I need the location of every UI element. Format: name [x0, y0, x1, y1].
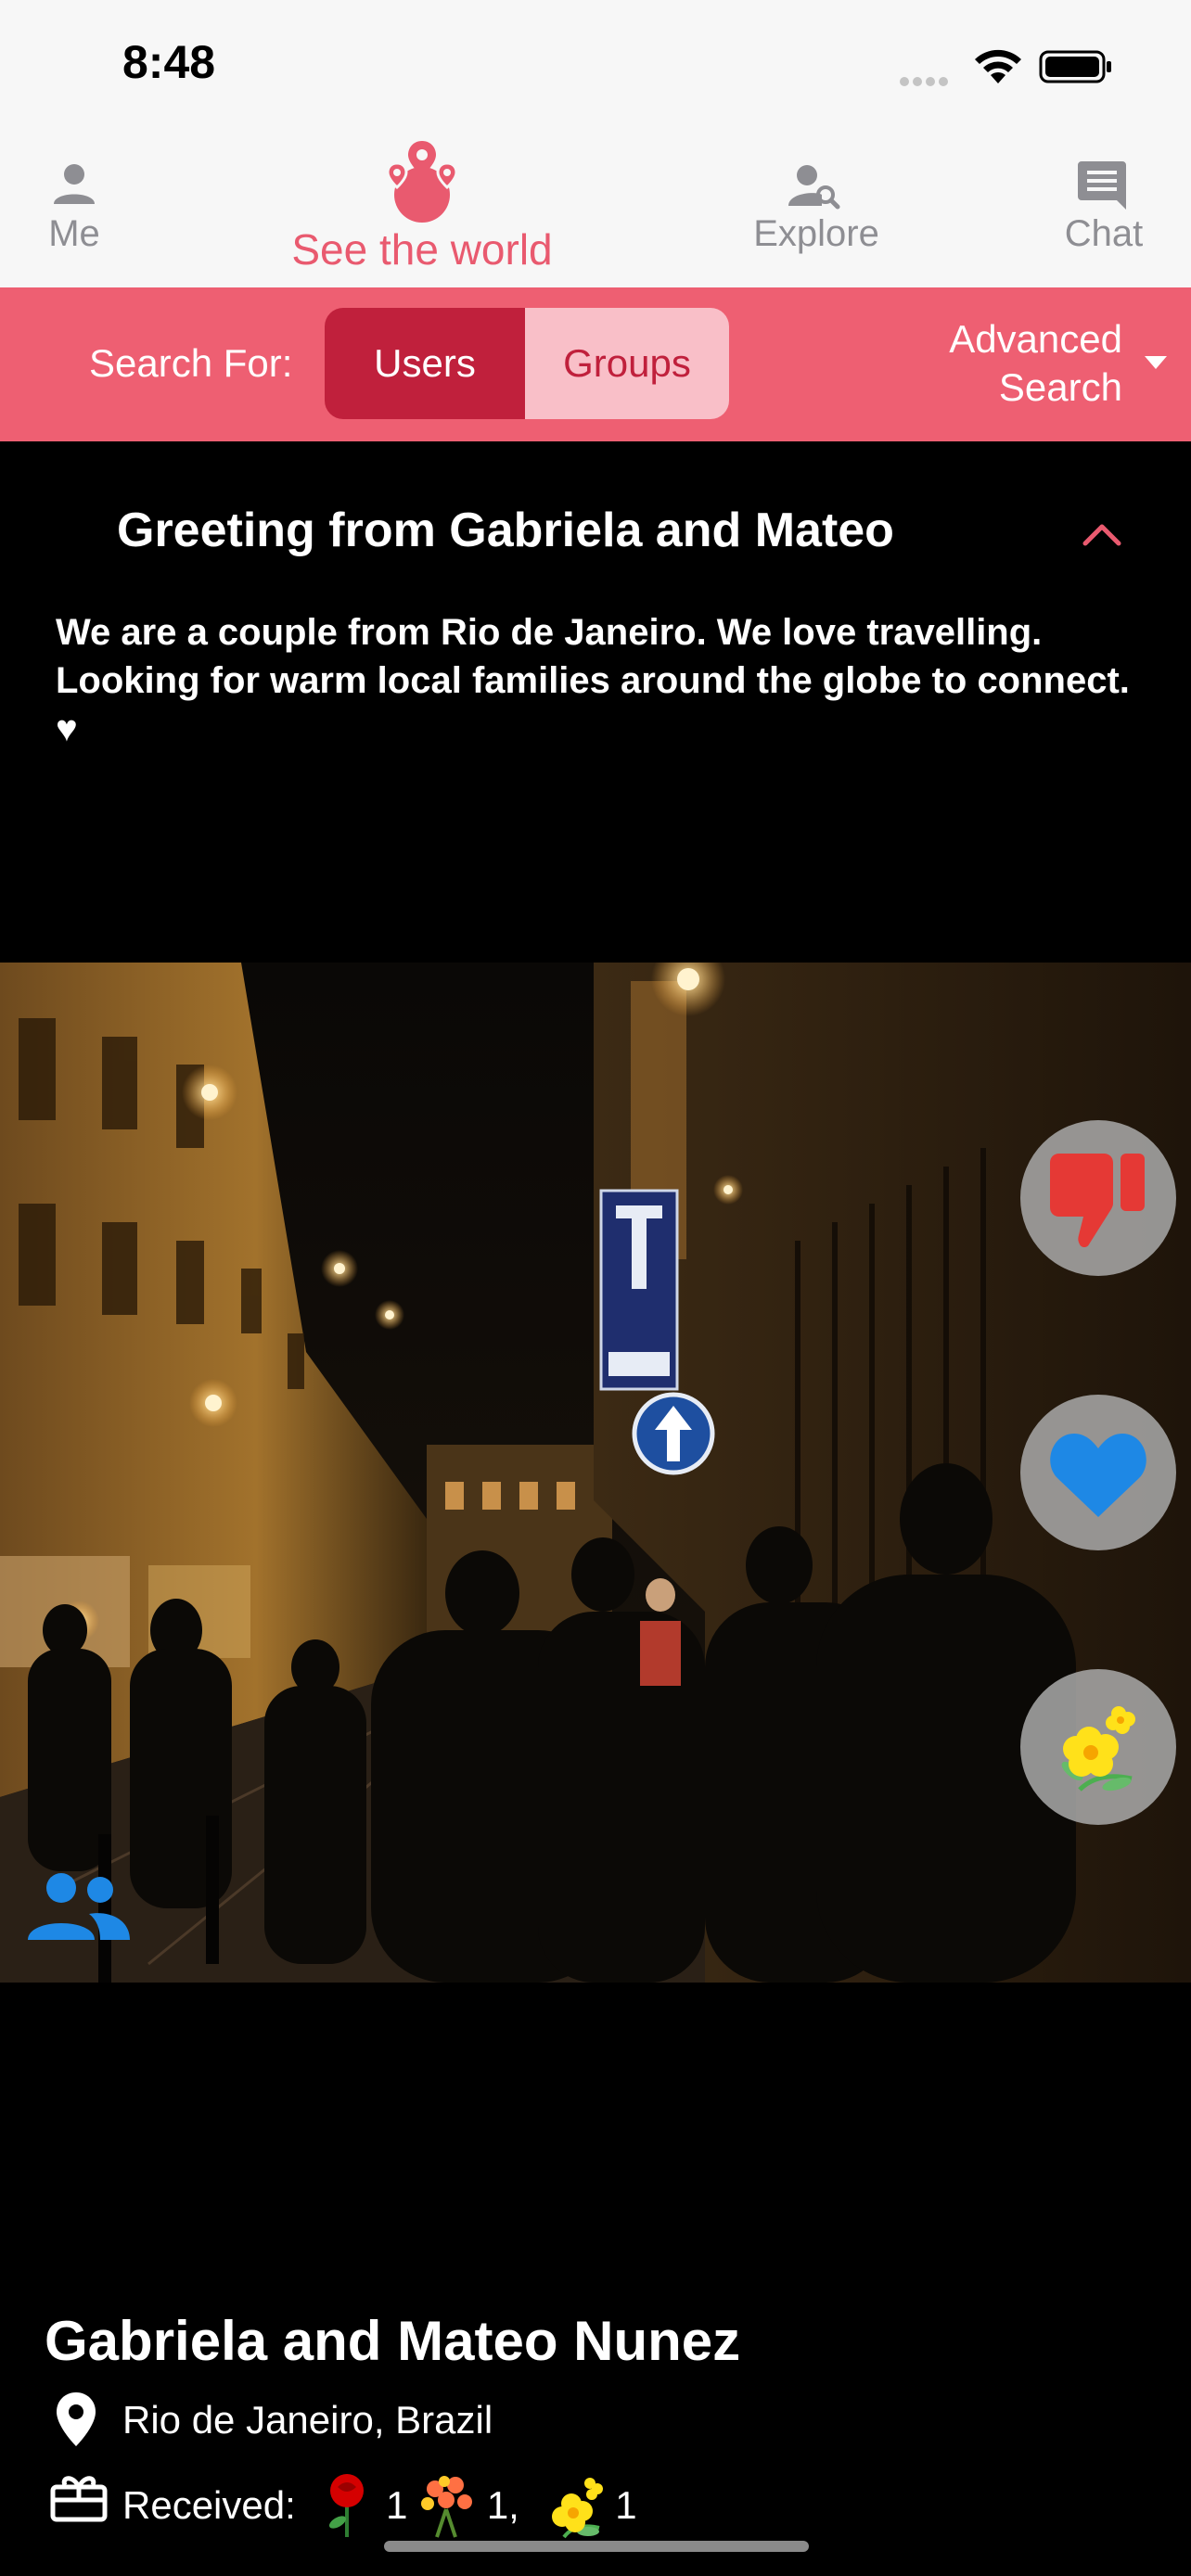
tab-explore[interactable]: Explore [724, 139, 909, 287]
top-nav: Me See the world Explore Chat [0, 139, 1191, 287]
tab-me[interactable]: Me [19, 139, 130, 287]
advanced-search-label-line2: Search [998, 365, 1122, 409]
home-indicator[interactable] [384, 2541, 809, 2552]
rose-count: 1 [386, 2483, 408, 2527]
chevron-up-icon[interactable] [1080, 519, 1124, 547]
segment-users[interactable]: Users [325, 308, 525, 419]
gift-icon [50, 2476, 108, 2522]
advanced-search-label-line1: Advanced [949, 317, 1122, 361]
segment-groups[interactable]: Groups [525, 308, 729, 419]
bouquet-icon [421, 2476, 473, 2538]
chat-bubble-icon [1078, 161, 1126, 210]
dislike-button[interactable] [1020, 1120, 1176, 1276]
send-flower-button[interactable] [1020, 1669, 1176, 1825]
profile-location: Rio de Janeiro, Brazil [122, 2398, 493, 2442]
greeting-body: We are a couple from Rio de Janeiro. We … [56, 612, 1130, 749]
yellow-flower-icon [551, 2478, 603, 2539]
wifi-icon [975, 49, 1021, 83]
status-bar: 8:48 [0, 0, 1191, 139]
person-icon [54, 164, 95, 204]
like-button[interactable] [1020, 1395, 1176, 1550]
tab-chat-label: Chat [1064, 213, 1144, 254]
map-pins-globe-icon [386, 141, 458, 223]
received-gifts-row: Received: 1 1, 1 [122, 2472, 637, 2539]
search-for-label: Search For: [89, 341, 293, 385]
thumbs-down-icon [1050, 1154, 1145, 1247]
yellow-flower-count: 1 [615, 2483, 637, 2527]
group-icon[interactable] [24, 1871, 132, 1942]
search-bar: Search For: Users Groups Advanced Search [0, 287, 1191, 441]
rose-icon [329, 2474, 365, 2537]
received-label: Received: [122, 2483, 296, 2527]
signal-icon [900, 74, 955, 86]
greeting-title: Greeting from Gabriela and Mateo [117, 504, 894, 557]
flower-icon [1061, 1706, 1135, 1792]
tab-see-the-world-label: See the world [291, 225, 553, 274]
bouquet-count: 1, [486, 2483, 519, 2527]
advanced-search-button[interactable]: Advanced Search [909, 315, 1122, 412]
location-pin-icon [57, 2392, 96, 2446]
person-search-icon [788, 165, 840, 210]
tab-chat[interactable]: Chat [1039, 139, 1169, 287]
tab-see-the-world[interactable]: See the world [250, 139, 594, 287]
tab-explore-label: Explore [753, 213, 879, 254]
profile-photo[interactable] [0, 963, 1191, 1983]
profile-name: Gabriela and Mateo Nunez [45, 2310, 741, 2372]
tab-me-label: Me [48, 213, 100, 254]
battery-icon [1039, 50, 1111, 83]
caret-down-icon[interactable] [1145, 356, 1167, 369]
heart-icon [1050, 1434, 1146, 1517]
status-time: 8:48 [122, 36, 216, 88]
